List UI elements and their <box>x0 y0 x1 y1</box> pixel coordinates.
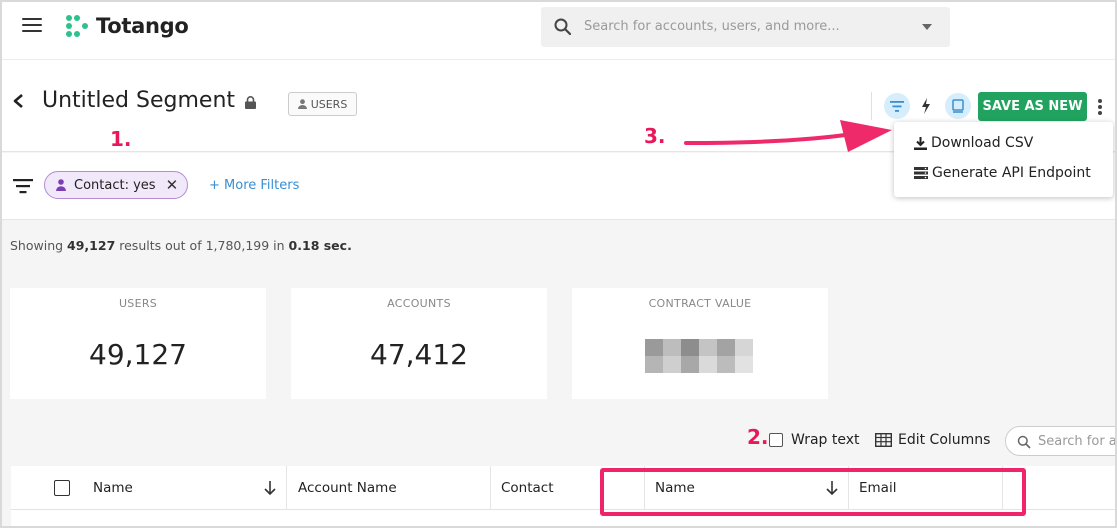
column-header-account-name[interactable]: Account Name <box>287 466 491 510</box>
filter-chip-label: Contact: yes <box>74 177 156 193</box>
edit-columns-label: Edit Columns <box>898 432 991 448</box>
menu-item-generate-api-endpoint[interactable]: Generate API Endpoint <box>914 161 1091 185</box>
wrap-text-label[interactable]: Wrap text <box>791 432 860 448</box>
logo-mark-icon <box>64 13 90 39</box>
table-icon <box>875 433 892 447</box>
filter-icon <box>890 100 904 112</box>
column-label: Account Name <box>298 480 397 496</box>
more-filters-link[interactable]: + More Filters <box>209 178 299 193</box>
search-placeholder: Search for accounts, users, and more... <box>584 19 840 34</box>
stat-label: ACCOUNTS <box>387 297 451 310</box>
stat-value: 49,127 <box>89 338 187 371</box>
filter-list-icon[interactable] <box>13 178 33 194</box>
stat-card-users: USERS 49,127 <box>10 288 266 399</box>
close-icon[interactable]: ✕ <box>166 176 179 194</box>
search-icon <box>1017 435 1031 449</box>
results-mid2: in <box>269 238 289 253</box>
results-time: 0.18 sec. <box>288 238 352 253</box>
save-as-new-button[interactable]: SAVE AS NEW <box>978 92 1087 121</box>
stat-label: CONTRACT VALUE <box>648 297 752 310</box>
api-icon <box>914 167 928 179</box>
top-bar: Totango Search for accounts, users, and … <box>2 2 1115 60</box>
segment-type-label: USERS <box>310 97 348 111</box>
sort-down-icon[interactable] <box>264 480 276 496</box>
user-icon <box>297 99 307 109</box>
select-all-checkbox[interactable] <box>54 480 70 496</box>
results-summary: Showing 49,127 results out of 1,780,199 … <box>10 238 352 253</box>
stat-value: 47,412 <box>370 338 468 371</box>
menu-item-download-csv[interactable]: Download CSV <box>914 131 1033 155</box>
filter-toggle-button[interactable] <box>884 93 910 119</box>
menu-item-label: Generate API Endpoint <box>932 165 1091 181</box>
annotation-arrow <box>684 120 892 152</box>
stat-card-contract-value: CONTRACT VALUE <box>572 288 828 399</box>
more-options-menu: Download CSV Generate API Endpoint <box>894 122 1113 197</box>
results-prefix: Showing <box>10 238 68 253</box>
book-button[interactable] <box>945 93 971 119</box>
stat-card-accounts: ACCOUNTS 47,412 <box>291 288 547 399</box>
column-header-name[interactable]: Name <box>11 466 287 510</box>
annotation-step-2: 2. <box>747 425 769 449</box>
column-label: Contact <box>501 480 554 496</box>
app-window: Totango Search for accounts, users, and … <box>0 0 1117 528</box>
back-arrow-icon[interactable] <box>12 94 26 108</box>
global-search-input[interactable]: Search for accounts, users, and more... <box>541 7 950 47</box>
person-icon <box>56 179 66 191</box>
segment-title[interactable]: Untitled Segment <box>42 88 235 113</box>
column-label: Name <box>93 480 133 496</box>
logo[interactable]: Totango <box>64 13 189 39</box>
table-search-placeholder: Search for a <box>1038 434 1117 449</box>
search-dropdown-icon[interactable] <box>922 24 932 30</box>
annotation-highlight-box <box>600 468 1026 516</box>
lightning-icon[interactable] <box>919 97 933 115</box>
table-search-input[interactable]: Search for a <box>1005 426 1117 456</box>
hamburger-menu-icon[interactable] <box>22 18 42 34</box>
results-mid: results out of <box>115 238 206 253</box>
stat-label: USERS <box>118 297 158 310</box>
download-icon <box>914 136 927 150</box>
filter-chip-contact[interactable]: Contact: yes ✕ <box>44 171 188 199</box>
segment-type-tag: USERS <box>288 92 357 116</box>
menu-item-label: Download CSV <box>931 135 1034 151</box>
book-icon <box>952 99 964 113</box>
annotation-step-3: 3. <box>644 124 666 148</box>
toolbar-divider <box>871 92 872 120</box>
wrap-text-checkbox[interactable] <box>769 433 783 447</box>
blurred-value <box>645 339 753 373</box>
results-count: 49,127 <box>67 238 116 253</box>
results-total: 1,780,199 <box>205 238 270 253</box>
edit-columns-button[interactable]: Edit Columns <box>875 432 990 448</box>
lock-icon <box>245 96 256 109</box>
search-icon <box>554 18 572 36</box>
annotation-step-1: 1. <box>110 127 132 151</box>
logo-text: Totango <box>96 14 189 38</box>
more-options-icon[interactable] <box>1098 99 1102 115</box>
